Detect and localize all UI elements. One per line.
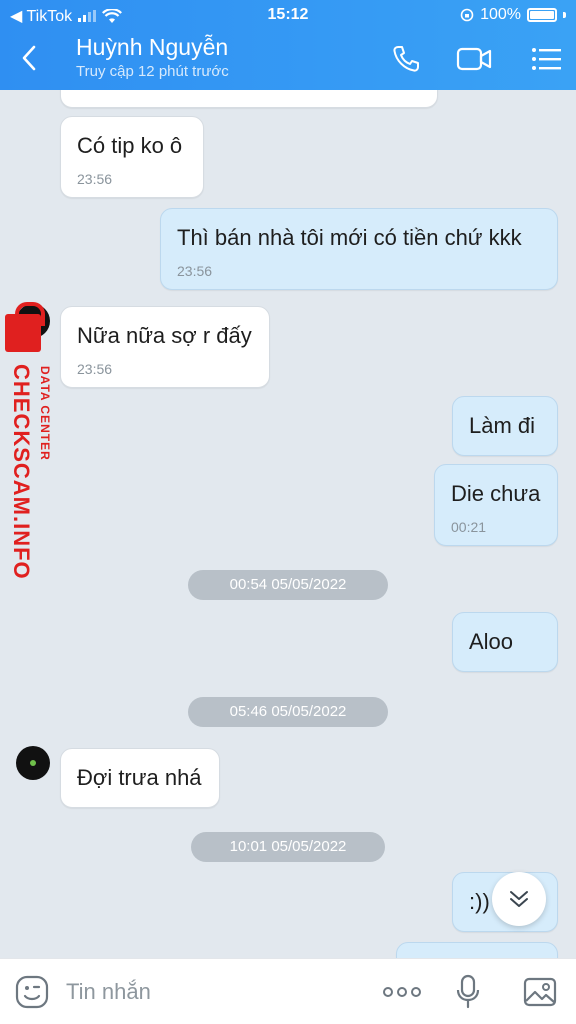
voice-button[interactable] <box>450 973 486 1011</box>
rotation-lock-icon <box>460 8 474 22</box>
scroll-to-bottom-button[interactable] <box>492 872 546 926</box>
watermark: CHECKSCAM.INFO DATA CENTER <box>2 300 62 600</box>
date-separator: 10:01 05/05/2022 <box>191 832 385 862</box>
battery-icon <box>527 8 557 22</box>
message-time: 00:21 <box>451 519 487 535</box>
message-text: Nữa nữa sợ r đấy <box>77 323 252 348</box>
status-right: 100% <box>460 6 566 24</box>
composer-bar: Tin nhắn <box>0 958 576 1024</box>
message-bubble-outgoing[interactable]: Die chưa 00:21 <box>434 464 558 546</box>
image-button[interactable] <box>522 973 558 1011</box>
image-icon <box>523 977 557 1007</box>
message-text: Làm đi <box>469 413 536 438</box>
message-bubble-outgoing[interactable]: Thì bán nhà tôi mới có tiền chứ kkk 23:5… <box>160 208 558 290</box>
lock-logo-icon <box>5 302 45 352</box>
message-bubble-incoming[interactable]: Đợi trưa nhá <box>60 748 220 808</box>
microphone-icon <box>456 974 480 1009</box>
date-separator: 05:46 05/05/2022 <box>188 697 388 727</box>
message-bubble-incoming[interactable]: Nữa nữa sợ r đấy 23:56 <box>60 306 270 388</box>
message-time: 23:56 <box>77 361 113 377</box>
message-text: Đợi trưa nhá <box>77 765 202 790</box>
message-text: Aloo <box>469 629 514 654</box>
date-separator: 00:54 05/05/2022 <box>188 570 388 600</box>
more-dots-icon <box>383 987 421 997</box>
contact-status: Truy cập 12 phút trước <box>76 63 229 80</box>
status-bar: ◀ TikTok 15:12 100% <box>0 0 576 30</box>
contact-info[interactable]: Huỳnh Nguyễn Truy cập 12 phút trước <box>76 34 229 80</box>
message-bubble-partial[interactable] <box>60 90 438 108</box>
phone-icon <box>393 46 419 72</box>
battery-tip <box>563 12 566 18</box>
contact-avatar[interactable] <box>16 746 50 780</box>
message-text: Thì bán nhà tôi mới có tiền chứ kkk <box>177 225 522 250</box>
message-text: Có tip ko ô <box>77 133 183 158</box>
double-chevron-down-icon <box>510 891 528 907</box>
sticker-icon <box>15 975 49 1009</box>
watermark-sub: DATA CENTER <box>38 366 52 461</box>
message-time: 23:56 <box>177 263 213 279</box>
watermark-main: CHECKSCAM.INFO <box>9 364 34 580</box>
battery-percent: 100% <box>480 6 521 23</box>
message-input[interactable]: Tin nhắn <box>66 979 151 1005</box>
message-bubble-incoming[interactable]: Có tip ko ô 23:56 <box>60 116 204 198</box>
chat-header: ◀ TikTok 15:12 100% Huỳnh Nguyễn Truy cậ… <box>0 0 576 90</box>
video-call-button[interactable] <box>456 42 492 76</box>
chevron-left-icon <box>22 45 36 71</box>
message-bubble-partial[interactable] <box>396 942 558 958</box>
back-button[interactable] <box>14 40 44 76</box>
video-camera-icon <box>456 47 492 71</box>
list-menu-icon <box>532 48 561 70</box>
call-button[interactable] <box>388 42 424 76</box>
message-bubble-outgoing[interactable]: Aloo <box>452 612 558 672</box>
message-bubble-outgoing[interactable]: Làm đi <box>452 396 558 456</box>
message-time: 23:56 <box>77 171 113 187</box>
more-button[interactable] <box>382 973 422 1011</box>
sticker-button[interactable] <box>14 973 50 1011</box>
menu-button[interactable] <box>528 42 564 76</box>
message-text: Die chưa <box>451 481 541 506</box>
message-list[interactable]: Có tip ko ô 23:56 Thì bán nhà tôi mới có… <box>0 90 576 958</box>
contact-name: Huỳnh Nguyễn <box>76 34 229 60</box>
